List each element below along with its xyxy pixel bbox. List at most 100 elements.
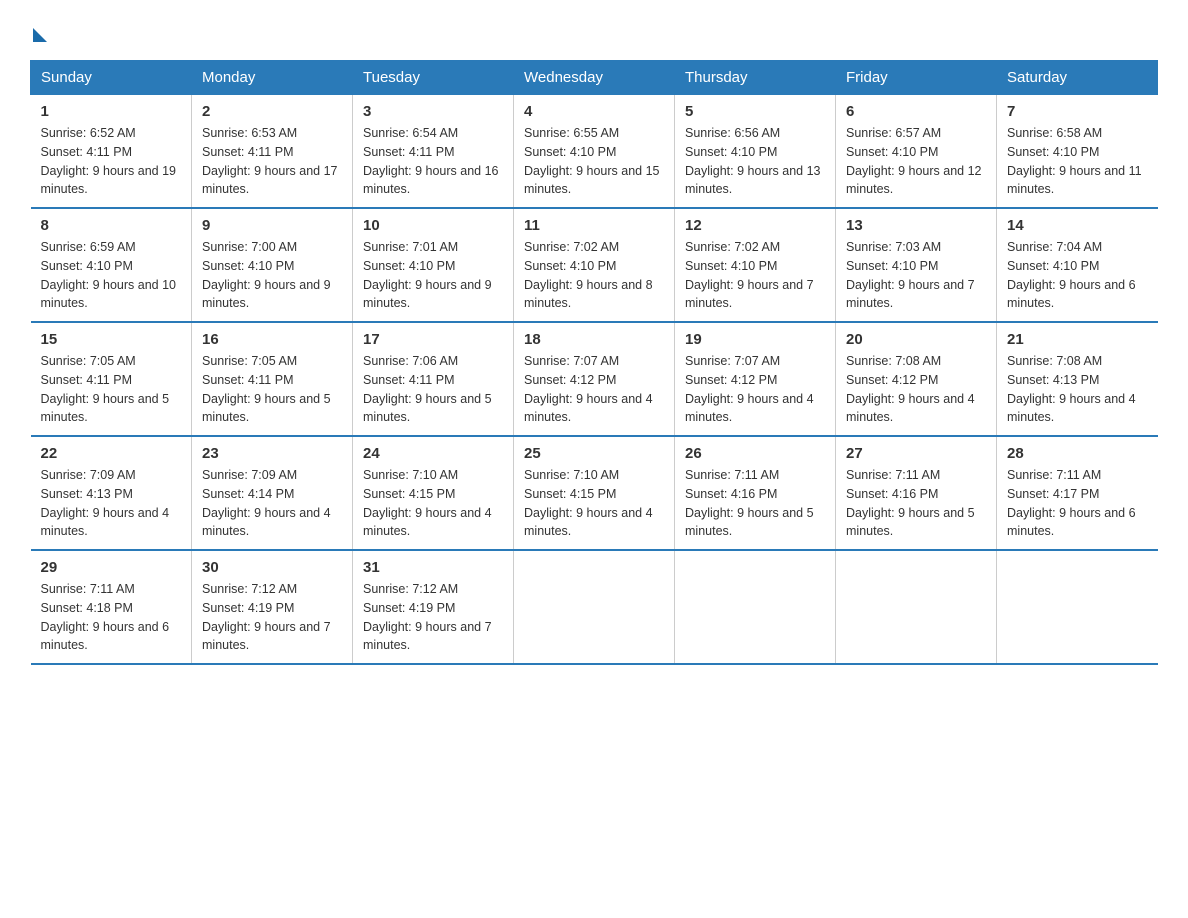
day-number: 21 <box>1007 331 1148 348</box>
day-number: 25 <box>524 445 664 462</box>
day-number: 15 <box>41 331 182 348</box>
day-number: 19 <box>685 331 825 348</box>
day-info: Sunrise: 7:00 AMSunset: 4:10 PMDaylight:… <box>202 240 331 310</box>
calendar-cell: 6 Sunrise: 6:57 AMSunset: 4:10 PMDaylight… <box>836 95 997 209</box>
calendar-cell: 12 Sunrise: 7:02 AMSunset: 4:10 PMDayligh… <box>675 208 836 322</box>
day-number: 4 <box>524 103 664 120</box>
day-info: Sunrise: 7:04 AMSunset: 4:10 PMDaylight:… <box>1007 240 1136 310</box>
calendar-header: SundayMondayTuesdayWednesdayThursdayFrid… <box>31 61 1158 95</box>
day-number: 30 <box>202 559 342 576</box>
day-info: Sunrise: 7:08 AMSunset: 4:12 PMDaylight:… <box>846 354 975 424</box>
calendar-cell: 2 Sunrise: 6:53 AMSunset: 4:11 PMDaylight… <box>192 95 353 209</box>
day-info: Sunrise: 7:10 AMSunset: 4:15 PMDaylight:… <box>524 468 653 538</box>
logo <box>30 24 47 40</box>
day-info: Sunrise: 7:03 AMSunset: 4:10 PMDaylight:… <box>846 240 975 310</box>
calendar-cell: 3Sunrise: 6:54 AMSunset: 4:11 PMDaylight… <box>353 95 514 209</box>
calendar-cell: 5 Sunrise: 6:56 AMSunset: 4:10 PMDaylight… <box>675 95 836 209</box>
day-number: 13 <box>846 217 986 234</box>
day-number: 28 <box>1007 445 1148 462</box>
calendar-cell: 24 Sunrise: 7:10 AMSunset: 4:15 PMDayligh… <box>353 436 514 550</box>
day-number: 9 <box>202 217 342 234</box>
day-info: Sunrise: 6:52 AMSunset: 4:11 PMDaylight:… <box>41 126 177 196</box>
calendar-cell: 4 Sunrise: 6:55 AMSunset: 4:10 PMDaylight… <box>514 95 675 209</box>
day-number: 23 <box>202 445 342 462</box>
day-info: Sunrise: 6:53 AMSunset: 4:11 PMDaylight:… <box>202 126 338 196</box>
calendar-table: SundayMondayTuesdayWednesdayThursdayFrid… <box>30 60 1158 665</box>
day-number: 22 <box>41 445 182 462</box>
day-number: 1 <box>41 103 182 120</box>
calendar-cell: 30 Sunrise: 7:12 AMSunset: 4:19 PMDayligh… <box>192 550 353 664</box>
weekday-header-tuesday: Tuesday <box>353 61 514 95</box>
day-info: Sunrise: 7:11 AMSunset: 4:17 PMDaylight:… <box>1007 468 1136 538</box>
calendar-week-row: 8 Sunrise: 6:59 AMSunset: 4:10 PMDaylight… <box>31 208 1158 322</box>
calendar-cell: 27 Sunrise: 7:11 AMSunset: 4:16 PMDayligh… <box>836 436 997 550</box>
calendar-cell: 28 Sunrise: 7:11 AMSunset: 4:17 PMDayligh… <box>997 436 1158 550</box>
calendar-cell: 20 Sunrise: 7:08 AMSunset: 4:12 PMDayligh… <box>836 322 997 436</box>
day-info: Sunrise: 6:57 AMSunset: 4:10 PMDaylight:… <box>846 126 982 196</box>
day-info: Sunrise: 7:01 AMSunset: 4:10 PMDaylight:… <box>363 240 492 310</box>
day-info: Sunrise: 6:58 AMSunset: 4:10 PMDaylight:… <box>1007 126 1142 196</box>
day-info: Sunrise: 7:08 AMSunset: 4:13 PMDaylight:… <box>1007 354 1136 424</box>
day-info: Sunrise: 7:11 AMSunset: 4:18 PMDaylight:… <box>41 582 170 652</box>
page-header <box>30 24 1158 40</box>
calendar-cell: 13 Sunrise: 7:03 AMSunset: 4:10 PMDayligh… <box>836 208 997 322</box>
day-info: Sunrise: 6:55 AMSunset: 4:10 PMDaylight:… <box>524 126 660 196</box>
calendar-cell <box>836 550 997 664</box>
day-info: Sunrise: 7:11 AMSunset: 4:16 PMDaylight:… <box>685 468 814 538</box>
day-number: 2 <box>202 103 342 120</box>
day-number: 17 <box>363 331 503 348</box>
calendar-week-row: 29 Sunrise: 7:11 AMSunset: 4:18 PMDayligh… <box>31 550 1158 664</box>
day-info: Sunrise: 7:07 AMSunset: 4:12 PMDaylight:… <box>685 354 814 424</box>
day-number: 18 <box>524 331 664 348</box>
calendar-cell: 23 Sunrise: 7:09 AMSunset: 4:14 PMDayligh… <box>192 436 353 550</box>
day-number: 29 <box>41 559 182 576</box>
calendar-cell: 7 Sunrise: 6:58 AMSunset: 4:10 PMDaylight… <box>997 95 1158 209</box>
day-info: Sunrise: 6:59 AMSunset: 4:10 PMDaylight:… <box>41 240 177 310</box>
day-info: Sunrise: 7:10 AMSunset: 4:15 PMDaylight:… <box>363 468 492 538</box>
calendar-cell: 25 Sunrise: 7:10 AMSunset: 4:15 PMDayligh… <box>514 436 675 550</box>
day-number: 20 <box>846 331 986 348</box>
day-number: 7 <box>1007 103 1148 120</box>
calendar-cell: 10 Sunrise: 7:01 AMSunset: 4:10 PMDayligh… <box>353 208 514 322</box>
day-number: 24 <box>363 445 503 462</box>
calendar-week-row: 22 Sunrise: 7:09 AMSunset: 4:13 PMDayligh… <box>31 436 1158 550</box>
calendar-cell <box>514 550 675 664</box>
day-number: 6 <box>846 103 986 120</box>
day-number: 5 <box>685 103 825 120</box>
weekday-header-thursday: Thursday <box>675 61 836 95</box>
day-number: 10 <box>363 217 503 234</box>
calendar-cell: 26Sunrise: 7:11 AMSunset: 4:16 PMDayligh… <box>675 436 836 550</box>
day-info: Sunrise: 7:02 AMSunset: 4:10 PMDaylight:… <box>685 240 814 310</box>
day-number: 11 <box>524 217 664 234</box>
day-info: Sunrise: 7:12 AMSunset: 4:19 PMDaylight:… <box>363 582 492 652</box>
weekday-header-sunday: Sunday <box>31 61 192 95</box>
day-info: Sunrise: 7:12 AMSunset: 4:19 PMDaylight:… <box>202 582 331 652</box>
day-number: 16 <box>202 331 342 348</box>
day-info: Sunrise: 7:11 AMSunset: 4:16 PMDaylight:… <box>846 468 975 538</box>
calendar-cell: 17Sunrise: 7:06 AMSunset: 4:11 PMDayligh… <box>353 322 514 436</box>
calendar-cell: 15Sunrise: 7:05 AMSunset: 4:11 PMDayligh… <box>31 322 192 436</box>
day-number: 27 <box>846 445 986 462</box>
weekday-header-friday: Friday <box>836 61 997 95</box>
day-info: Sunrise: 7:07 AMSunset: 4:12 PMDaylight:… <box>524 354 653 424</box>
calendar-cell: 11Sunrise: 7:02 AMSunset: 4:10 PMDayligh… <box>514 208 675 322</box>
day-number: 3 <box>363 103 503 120</box>
calendar-cell: 22 Sunrise: 7:09 AMSunset: 4:13 PMDayligh… <box>31 436 192 550</box>
calendar-cell <box>997 550 1158 664</box>
day-info: Sunrise: 7:09 AMSunset: 4:13 PMDaylight:… <box>41 468 170 538</box>
calendar-cell: 29 Sunrise: 7:11 AMSunset: 4:18 PMDayligh… <box>31 550 192 664</box>
day-number: 8 <box>41 217 182 234</box>
calendar-cell <box>675 550 836 664</box>
day-number: 14 <box>1007 217 1148 234</box>
day-info: Sunrise: 6:56 AMSunset: 4:10 PMDaylight:… <box>685 126 821 196</box>
calendar-week-row: 15Sunrise: 7:05 AMSunset: 4:11 PMDayligh… <box>31 322 1158 436</box>
day-number: 12 <box>685 217 825 234</box>
day-number: 31 <box>363 559 503 576</box>
calendar-cell: 19 Sunrise: 7:07 AMSunset: 4:12 PMDayligh… <box>675 322 836 436</box>
calendar-cell: 21 Sunrise: 7:08 AMSunset: 4:13 PMDayligh… <box>997 322 1158 436</box>
calendar-cell: 1 Sunrise: 6:52 AMSunset: 4:11 PMDaylight… <box>31 95 192 209</box>
calendar-week-row: 1 Sunrise: 6:52 AMSunset: 4:11 PMDaylight… <box>31 95 1158 209</box>
day-info: Sunrise: 7:09 AMSunset: 4:14 PMDaylight:… <box>202 468 331 538</box>
weekday-header-saturday: Saturday <box>997 61 1158 95</box>
logo-triangle-icon <box>33 28 47 42</box>
